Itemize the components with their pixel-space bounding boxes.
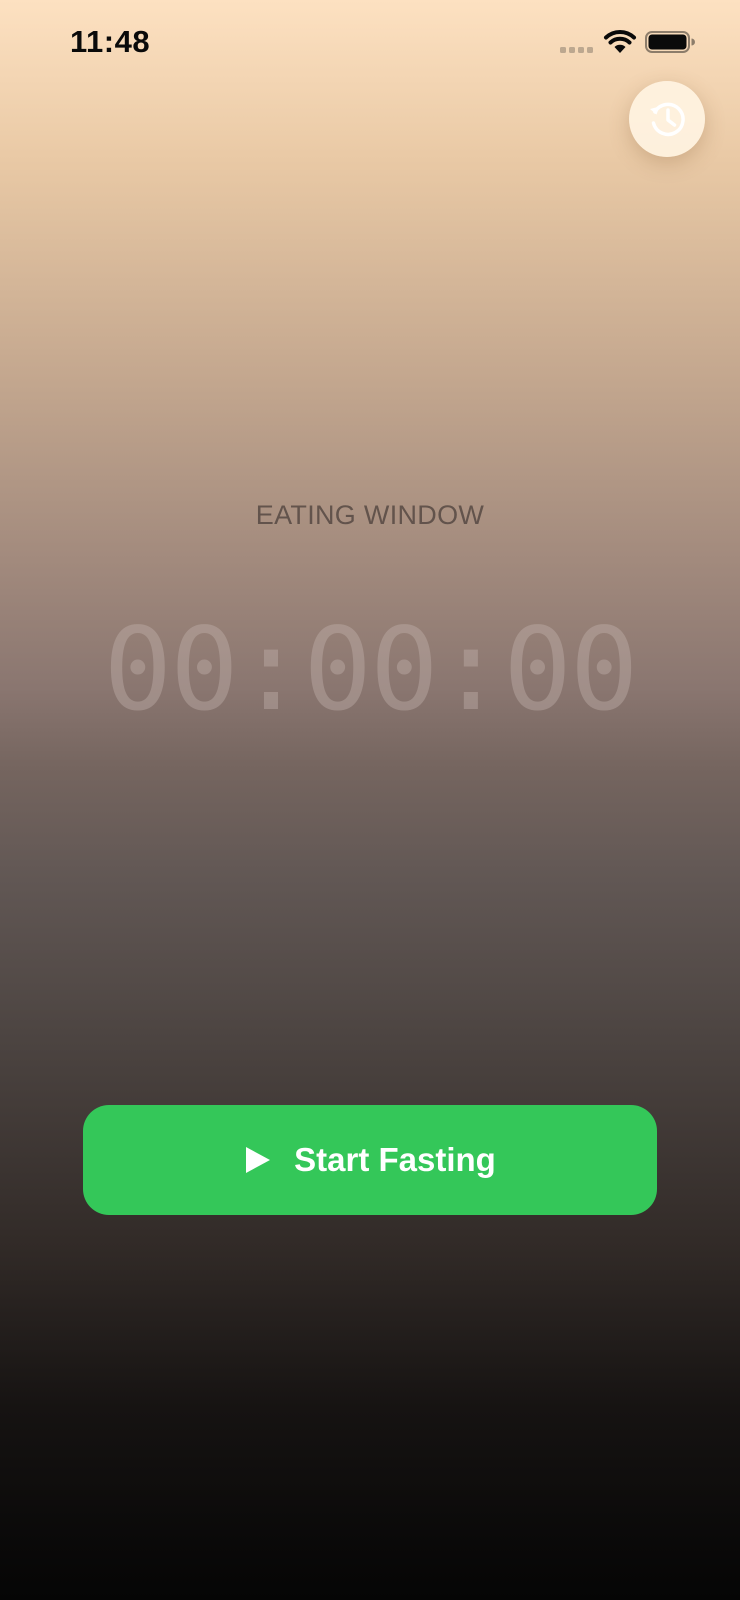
status-bar: 11:48: [0, 0, 740, 90]
timer-mode-label: EATING WINDOW: [255, 500, 485, 530]
wifi-icon: [604, 30, 636, 53]
battery-icon: [645, 31, 695, 53]
history-icon: [650, 102, 685, 137]
timer-display: 00:00:00: [103, 603, 638, 736]
start-fasting-label: Start Fasting: [294, 1141, 496, 1178]
status-time: 11:48: [70, 24, 151, 59]
cellular-signal-icon: [560, 47, 594, 53]
history-button[interactable]: [629, 81, 705, 157]
start-fasting-button[interactable]: Start Fasting: [83, 1105, 657, 1215]
play-icon: [246, 1147, 271, 1173]
